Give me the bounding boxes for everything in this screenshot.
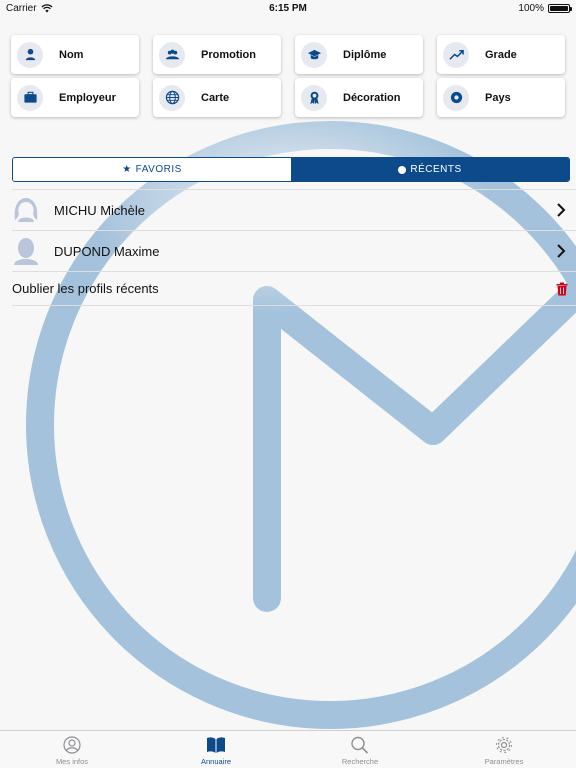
tab-label: Paramètres <box>484 757 524 766</box>
status-time: 6:15 PM <box>269 3 307 14</box>
shortcut-label: Grade <box>485 48 517 61</box>
trend-up-icon <box>443 41 469 68</box>
shortcut-pays[interactable]: Pays <box>437 78 565 117</box>
shortcut-label: Diplôme <box>343 48 387 61</box>
forget-recents-label: Oublier les profils récents <box>12 281 159 296</box>
chevron-right-icon <box>557 203 566 217</box>
tab-parametres[interactable]: Paramètres <box>432 731 576 768</box>
segment-recents[interactable]: RÉCENTS <box>291 158 569 181</box>
shortcut-label: Pays <box>485 91 511 104</box>
briefcase-icon <box>17 84 43 111</box>
medal-icon <box>301 84 327 111</box>
tab-annuaire[interactable]: Annuaire <box>144 731 288 768</box>
group-icon <box>159 41 185 68</box>
shortcut-nom[interactable]: Nom <box>11 35 139 74</box>
shortcut-carte[interactable]: Carte <box>153 78 281 117</box>
segment-recents-label: RÉCENTS <box>410 164 462 175</box>
battery-icon <box>548 4 572 13</box>
shortcut-grid: Nom Promotion Diplôme Grade Employeur Ca… <box>11 35 567 117</box>
forget-recents-row[interactable]: Oublier les profils récents <box>12 272 576 306</box>
female-avatar-icon <box>12 196 40 224</box>
shortcut-label: Nom <box>59 48 84 61</box>
globe-icon <box>159 84 185 111</box>
carrier-label: Carrier <box>6 3 37 14</box>
graduation-cap-icon <box>301 41 327 68</box>
battery-percent: 100% <box>518 3 544 14</box>
shortcut-employeur[interactable]: Employeur <box>11 78 139 117</box>
tab-recherche[interactable]: Recherche <box>288 731 432 768</box>
battery-level <box>550 6 568 11</box>
trash-icon[interactable] <box>556 282 568 296</box>
favorites-recents-control: ★ FAVORIS RÉCENTS <box>12 157 570 182</box>
segment-favoris[interactable]: ★ FAVORIS <box>13 158 291 181</box>
tab-mes-infos[interactable]: Mes infos <box>0 731 144 768</box>
shortcut-label: Promotion <box>201 48 256 61</box>
shortcut-diplome[interactable]: Diplôme <box>295 35 423 74</box>
book-icon <box>207 737 225 753</box>
status-bar: Carrier 6:15 PM 100% <box>0 0 576 17</box>
profile-name: MICHU Michèle <box>54 202 146 218</box>
male-avatar-icon <box>12 237 40 265</box>
list-item[interactable]: MICHU Michèle <box>12 189 576 231</box>
tab-bar: Mes infos Annuaire Recherche Paramètres <box>0 730 576 768</box>
shortcut-label: Décoration <box>343 91 401 104</box>
tab-label: Recherche <box>341 757 379 766</box>
shortcut-label: Employeur <box>59 91 116 104</box>
shortcut-label: Carte <box>201 91 230 104</box>
segment-favoris-label: FAVORIS <box>135 164 182 175</box>
flag-circle-icon <box>443 84 469 111</box>
wifi-icon <box>41 4 53 13</box>
star-icon: ★ <box>122 164 132 175</box>
chevron-right-icon <box>557 244 566 258</box>
search-icon <box>351 736 369 754</box>
recent-profiles-list: MICHU Michèle DUPOND Maxime Oublier les … <box>12 189 576 306</box>
list-item[interactable]: DUPOND Maxime <box>12 230 576 272</box>
clock-icon <box>398 165 407 174</box>
shortcut-decoration[interactable]: Décoration <box>295 78 423 117</box>
tab-label: Mes infos <box>55 757 89 766</box>
tab-label: Annuaire <box>200 757 232 766</box>
profile-circle-icon <box>63 736 81 754</box>
shortcut-promotion[interactable]: Promotion <box>153 35 281 74</box>
shortcut-grade[interactable]: Grade <box>437 35 565 74</box>
person-icon <box>17 41 43 68</box>
gear-icon <box>496 737 512 753</box>
profile-name: DUPOND Maxime <box>54 243 160 259</box>
